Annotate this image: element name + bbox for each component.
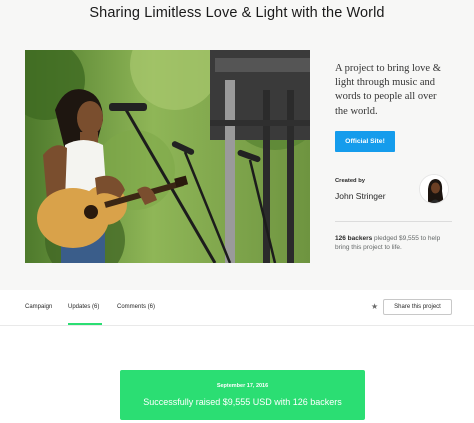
created-by-label: Created by — [335, 178, 365, 184]
star-icon[interactable]: ★ — [371, 302, 378, 311]
creator-name[interactable]: John Stringer — [335, 191, 386, 201]
project-hero: Sharing Limitless Love & Light with the … — [0, 0, 474, 290]
page-title: Sharing Limitless Love & Light with the … — [89, 5, 385, 21]
tab-campaign[interactable]: Campaign — [25, 304, 52, 310]
stats-divider — [335, 221, 452, 222]
creator-avatar[interactable] — [419, 174, 449, 204]
funding-stats: 126 backers pledged $9,555 to help bring… — [335, 234, 455, 252]
banner-date: September 17, 2016 — [216, 383, 269, 389]
backers-count: 126 backers — [335, 235, 373, 242]
funding-success-banner: September 17, 2016 Successfully raised $… — [120, 370, 365, 420]
share-project-button[interactable]: Share this project — [383, 299, 452, 315]
tab-comments[interactable]: Comments (6) — [117, 304, 155, 310]
banner-message: Successfully raised $9,555 USD with 126 … — [143, 397, 342, 407]
project-tab-bar: Campaign Updates (6) Comments (6) ★ Shar… — [0, 290, 474, 326]
project-blurb: A project to bring love & light through … — [335, 63, 441, 117]
official-site-button[interactable]: Official Site! — [335, 131, 395, 152]
tab-updates[interactable]: Updates (6) — [68, 304, 99, 310]
active-tab-indicator — [68, 323, 102, 325]
project-video[interactable] — [25, 50, 310, 263]
